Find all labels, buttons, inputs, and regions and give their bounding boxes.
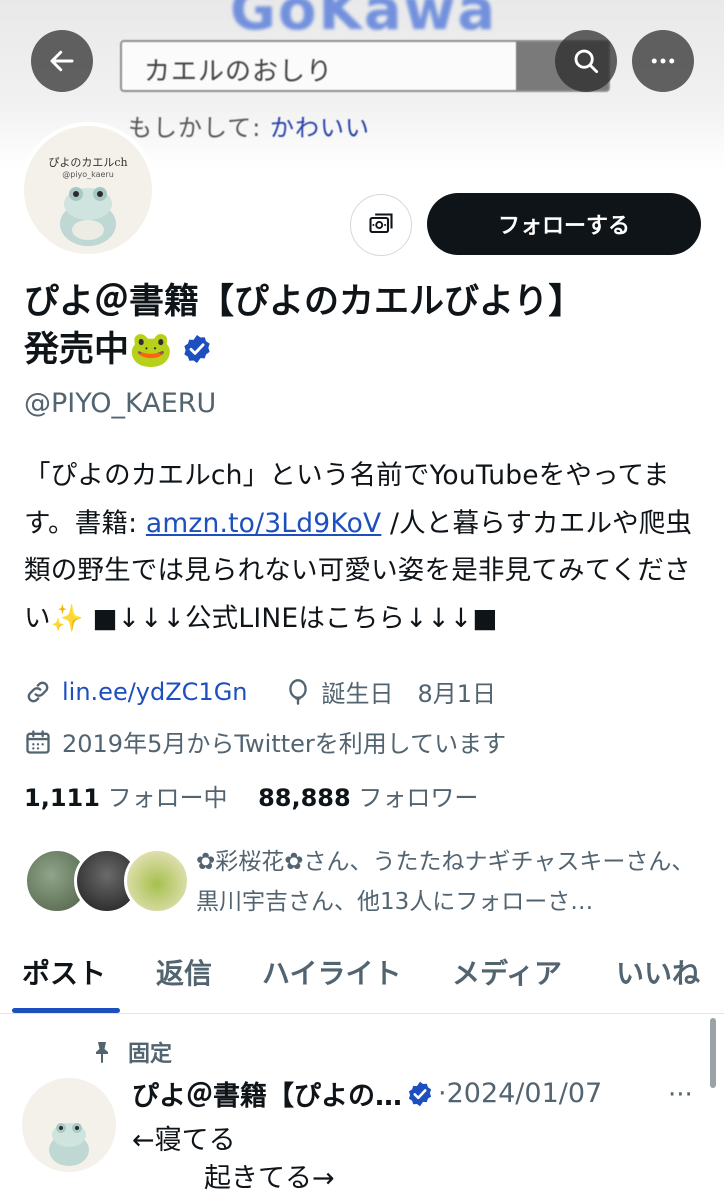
post-verified-badge-icon xyxy=(408,1081,432,1106)
post-author-name[interactable]: ぴよ＠書籍【ぴよの… xyxy=(132,1074,402,1113)
active-tab-indicator xyxy=(12,1008,120,1013)
scrollbar[interactable] xyxy=(710,1018,716,1088)
bio-link[interactable]: amzn.to/3Ld9KoV xyxy=(146,508,381,539)
search-icon xyxy=(574,49,599,74)
pin-icon xyxy=(96,1042,108,1063)
following-stat[interactable]: 1,111 フォロー中 xyxy=(24,784,228,812)
profile-avatar[interactable]: ぴよのカエルch @piyo_kaeru xyxy=(20,122,156,258)
profile-name-line1: ぴよ＠書籍【ぴよのカエルびより】 xyxy=(24,282,584,322)
profile-tabs: ポスト 返信 ハイライト メディア いいね xyxy=(0,942,724,1014)
more-dots-icon xyxy=(651,58,675,64)
calendar-icon xyxy=(26,729,50,754)
post-text-line2: 起きてる→ xyxy=(204,1163,335,1194)
birthday-text: 誕生日 8月1日 xyxy=(321,680,497,708)
tab-highlights[interactable]: ハイライト xyxy=(262,952,401,992)
post-avatar[interactable] xyxy=(22,1078,116,1172)
back-button[interactable] xyxy=(31,30,93,92)
profile-meta-row: lin.ee/ydZC1Gn 誕生日 8月1日 xyxy=(24,674,496,709)
tab-media[interactable]: メディア xyxy=(452,952,562,992)
avatar-image: ぴよのカエルch @piyo_kaeru xyxy=(24,126,152,254)
post-more-button[interactable]: ··· xyxy=(668,1080,693,1110)
more-options-button[interactable] xyxy=(632,30,694,92)
link-icon xyxy=(27,681,49,702)
banner-suggestion: もしかして: かわいい xyxy=(128,108,370,143)
website-link[interactable]: lin.ee/ydZC1Gn xyxy=(62,678,248,706)
following-label: フォロー中 xyxy=(107,784,228,812)
profile-name-line2-wrap: 発売中🐸 xyxy=(24,326,704,374)
followers-label: フォロワー xyxy=(358,784,479,812)
tab-likes[interactable]: いいね xyxy=(616,952,700,992)
profile-handle: @PIYO_KAERU xyxy=(24,388,217,419)
profile-name: ぴよ＠書籍【ぴよのカエルびより】 発売中🐸 xyxy=(24,278,704,374)
post-text-line1: ←寝てる xyxy=(132,1125,236,1156)
banner-suggest-word: かわいい xyxy=(270,114,370,142)
pinned-label: 固定 xyxy=(128,1042,173,1067)
balloon-icon xyxy=(288,678,307,705)
banner-search-query: カエルのおしり xyxy=(144,57,334,87)
pinned-indicator: 固定 xyxy=(90,1036,172,1068)
subscription-icon xyxy=(369,213,393,234)
search-button[interactable] xyxy=(555,30,617,92)
banner-logo-text: GoKawa xyxy=(230,0,497,43)
followers-count: 88,888 xyxy=(258,784,351,812)
banner-search-box: カエルのおしり xyxy=(120,40,610,92)
banner-logo: GoKawa xyxy=(230,0,498,43)
follower-avatar-3 xyxy=(124,848,190,914)
joined-text: 2019年5月からTwitterを利用しています xyxy=(62,730,507,758)
subscribe-button[interactable] xyxy=(350,194,412,256)
followers-stat[interactable]: 88,888 フォロワー xyxy=(258,784,478,812)
followed-by-text: ✿彩桜花✿さん、うたたねナギチャスキーさん、黒川宇吉さん、他13人にフォローさ… xyxy=(196,849,695,915)
post-frog-icon xyxy=(22,1078,116,1172)
post-date[interactable]: ·2024/01/07 xyxy=(438,1078,602,1109)
profile-name-line2: 発売中🐸 xyxy=(24,330,173,370)
following-count: 1,111 xyxy=(24,784,100,812)
joined-row: 2019年5月からTwitterを利用しています xyxy=(24,724,506,759)
tab-posts[interactable]: ポスト xyxy=(22,952,106,992)
follow-counts: 1,111 フォロー中 88,888 フォロワー xyxy=(24,778,478,813)
post-header: ぴよ＠書籍【ぴよの… ·2024/01/07 xyxy=(132,1074,602,1113)
back-arrow-icon xyxy=(50,50,74,72)
followed-by-section[interactable]: ✿彩桜花✿さん、うたたねナギチャスキーさん、黒川宇吉さん、他13人にフォローさ… xyxy=(24,842,704,922)
profile-bio: 「ぴよのカエルch」という名前でYouTubeをやってます。書籍: amzn.t… xyxy=(24,452,704,642)
tab-replies[interactable]: 返信 xyxy=(156,952,212,992)
frog-icon xyxy=(60,187,116,246)
follow-button[interactable]: フォローする xyxy=(427,193,701,255)
verified-badge-icon[interactable] xyxy=(181,333,213,365)
